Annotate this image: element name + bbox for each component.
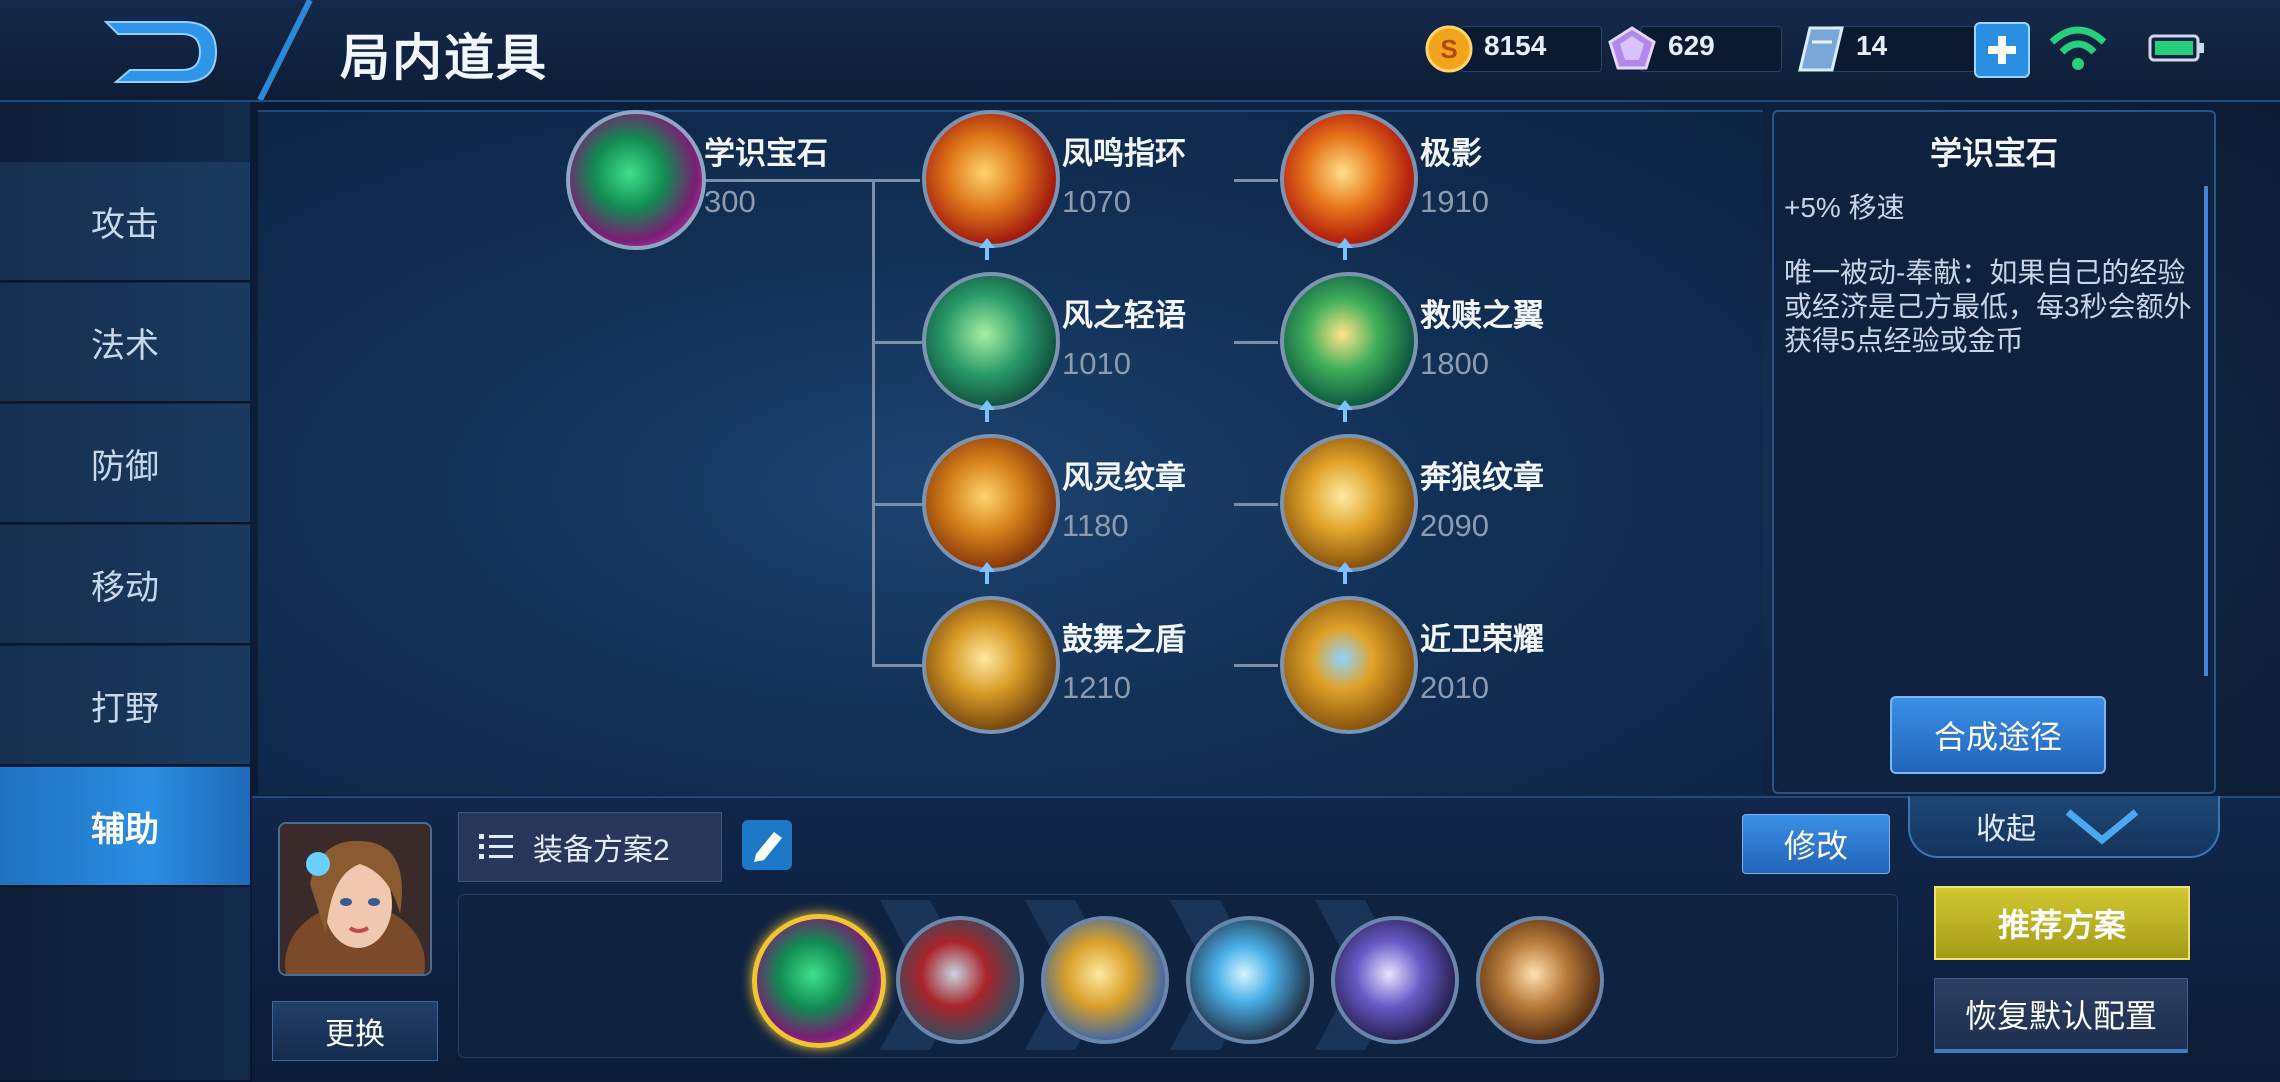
shield-icon[interactable] — [922, 596, 1060, 734]
detail-scrollbar[interactable] — [2204, 186, 2208, 676]
upgrade-arrow-icon — [979, 400, 995, 422]
detail-title: 学识宝石 — [1929, 135, 2058, 171]
wing-icon[interactable] — [1280, 272, 1418, 410]
recommended-plan-button[interactable]: 推荐方案 — [1934, 886, 2190, 960]
tree-connector — [872, 503, 922, 506]
pencil-icon — [754, 832, 782, 862]
wifi-icon — [2049, 26, 2107, 70]
detail-stat: +5% 移速 — [1784, 192, 1905, 223]
battery-icon — [2148, 34, 2204, 62]
hero-portrait-icon — [280, 824, 430, 974]
restore-default-button[interactable]: 恢复默认配置 — [1934, 978, 2188, 1053]
item-name: 学识宝石 — [704, 136, 828, 171]
chevron-down-icon — [2065, 809, 2139, 845]
ring-icon[interactable] — [922, 110, 1060, 248]
item-name: 救赎之翼 — [1420, 298, 1544, 333]
collapse-toggle[interactable]: 收起 — [1908, 796, 2220, 858]
voucher-amount: 14 — [1856, 30, 1888, 61]
sidebar-item-support[interactable]: 辅助 — [0, 767, 250, 887]
back-button[interactable] — [96, 14, 226, 90]
equip-slot-glove-icon[interactable] — [1476, 916, 1604, 1044]
rename-plan-button[interactable] — [742, 820, 792, 870]
sidebar-item-defense[interactable]: 防御 — [0, 404, 250, 524]
synthesis-path-button[interactable]: 合成途径 — [1890, 696, 2106, 774]
sidebar-item-attack[interactable]: 攻击 — [0, 162, 250, 282]
item-name: 鼓舞之盾 — [1062, 622, 1186, 657]
item-price: 1070 — [1062, 184, 1131, 219]
item-price: 1910 — [1420, 184, 1489, 219]
item-name: 风灵纹章 — [1062, 460, 1186, 495]
item-price: 300 — [704, 184, 756, 219]
item-name: 风之轻语 — [1062, 298, 1186, 333]
item-name: 极影 — [1420, 136, 1482, 171]
tree-connector — [872, 664, 922, 667]
item-price: 1210 — [1062, 670, 1131, 705]
header-divider — [257, 0, 313, 100]
item-name: 近卫荣耀 — [1420, 622, 1544, 657]
voucher-box — [1830, 26, 1982, 72]
gem-icon[interactable] — [566, 110, 706, 250]
wolf-emblem-icon[interactable] — [1280, 434, 1418, 572]
tree-connector — [872, 341, 922, 344]
diamond-icon — [1608, 26, 1656, 70]
add-currency-button[interactable] — [1974, 22, 2030, 78]
equipment-plan-select[interactable]: 装备方案2 — [458, 812, 722, 882]
item-price: 1180 — [1062, 508, 1129, 543]
tree-connector — [1234, 664, 1278, 667]
equip-slot-armor-icon[interactable] — [1331, 916, 1459, 1044]
voucher-icon — [1798, 26, 1844, 72]
upgrade-arrow-icon — [1337, 400, 1353, 422]
tree-connector — [700, 179, 920, 182]
plus-icon — [1988, 36, 2016, 64]
hero-avatar[interactable] — [278, 822, 432, 976]
item-price: 2090 — [1420, 508, 1489, 543]
sidebar-item-movement[interactable]: 移动 — [0, 525, 250, 645]
tree-connector — [1234, 179, 1278, 182]
wind-ring-icon[interactable] — [922, 272, 1060, 410]
tree-connector — [1234, 503, 1278, 506]
emblem-icon[interactable] — [922, 434, 1060, 572]
item-name: 奔狼纹章 — [1420, 460, 1544, 495]
item-name: 凤鸣指环 — [1062, 136, 1186, 171]
equip-slot-axe-icon[interactable] — [1186, 916, 1314, 1044]
diamond-amount: 629 — [1668, 30, 1715, 61]
svg-text:S: S — [1440, 34, 1457, 64]
gold-coin-icon: S — [1425, 25, 1473, 73]
guard-glory-icon[interactable] — [1280, 596, 1418, 734]
detail-description: 唯一被动-奉献：如果自己的经验或经济是己方最低，每3秒会额外获得5点经验或金币 — [1784, 257, 2192, 356]
equip-slot-gem-icon[interactable] — [752, 914, 886, 1048]
gold-amount: 8154 — [1484, 30, 1547, 61]
upgrade-arrow-icon — [979, 562, 995, 584]
modify-button[interactable]: 修改 — [1742, 814, 1890, 874]
page-title: 局内道具 — [340, 30, 548, 86]
upgrade-arrow-icon — [1337, 238, 1353, 260]
list-icon — [479, 834, 513, 859]
item-price: 1010 — [1062, 346, 1131, 381]
shadow-gem-icon[interactable] — [1280, 110, 1418, 248]
change-hero-button[interactable]: 更换 — [272, 1001, 438, 1061]
item-price: 2010 — [1420, 670, 1489, 705]
plan-label: 装备方案2 — [533, 834, 670, 867]
upgrade-arrow-icon — [1337, 562, 1353, 584]
item-detail-panel: 学识宝石 +5% 移速 唯一被动-奉献：如果自己的经验或经济是己方最低，每3秒会… — [1772, 110, 2216, 794]
tree-connector — [1234, 341, 1278, 344]
item-price: 1800 — [1420, 346, 1489, 381]
equip-slot-helmet-icon[interactable] — [1041, 916, 1169, 1044]
collapse-label: 收起 — [1976, 813, 2036, 846]
sidebar-item-jungle[interactable]: 打野 — [0, 646, 250, 766]
equip-slot-boots-icon[interactable] — [896, 916, 1024, 1044]
upgrade-arrow-icon — [979, 238, 995, 260]
tree-connector — [872, 179, 875, 665]
sidebar-item-magic[interactable]: 法术 — [0, 283, 250, 403]
